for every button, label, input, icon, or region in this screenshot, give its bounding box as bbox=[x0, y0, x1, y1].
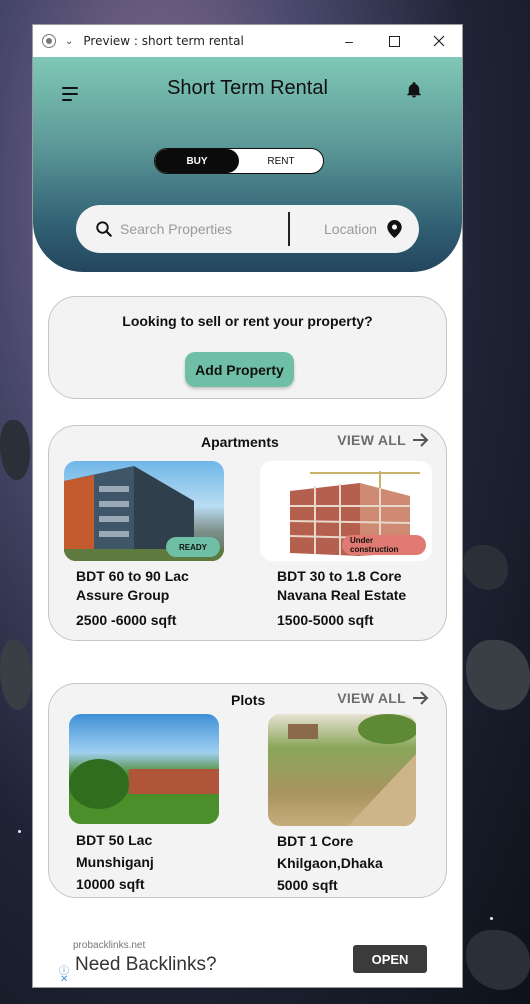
ad-url: probacklinks.net bbox=[73, 940, 146, 951]
minimize-button[interactable]: – bbox=[326, 25, 372, 57]
app-window: ⌄ Preview : short term rental – Short Te… bbox=[32, 24, 463, 988]
apartment-developer: Assure Group bbox=[76, 587, 170, 603]
background-rock bbox=[463, 545, 508, 590]
section-title: Apartments bbox=[201, 434, 279, 450]
close-button[interactable] bbox=[416, 25, 462, 57]
add-property-button[interactable]: Add Property bbox=[185, 352, 294, 387]
location-field[interactable]: Location bbox=[324, 221, 377, 237]
arrow-right-icon bbox=[413, 691, 429, 705]
record-icon[interactable] bbox=[42, 34, 56, 48]
apartment-size: 1500-5000 sqft bbox=[277, 612, 374, 628]
plot-info: BDT 1 Core Khilgaon,Dhaka 5000 sqft bbox=[277, 830, 383, 896]
apartment-price: BDT 60 to 90 Lac bbox=[76, 568, 189, 584]
apartment-price: BDT 30 to 1.8 Core bbox=[277, 568, 402, 584]
search-icon bbox=[96, 221, 112, 237]
plot-image[interactable] bbox=[69, 714, 219, 824]
status-badge: READY bbox=[166, 537, 220, 557]
app-title: Short Term Rental bbox=[167, 77, 328, 99]
background-rock bbox=[466, 930, 530, 990]
background-rock bbox=[0, 640, 32, 710]
maximize-icon bbox=[388, 35, 400, 47]
background-star bbox=[490, 917, 493, 920]
plot-price: BDT 1 Core bbox=[277, 833, 354, 849]
ad-banner[interactable]: probacklinks.net ⓘ ✕ Need Backlinks? OPE… bbox=[33, 930, 462, 987]
plots-section: Plots VIEW ALL BDT 50 Lac Munshiganj 100… bbox=[48, 683, 447, 898]
plot-size: 10000 sqft bbox=[76, 876, 145, 892]
plot-info: BDT 50 Lac Munshiganj 10000 sqft bbox=[76, 829, 154, 895]
plot-location: Munshiganj bbox=[76, 854, 154, 870]
toggle-buy[interactable]: BUY bbox=[155, 149, 239, 173]
apartment-image[interactable]: Under construction bbox=[260, 461, 432, 561]
ad-headline: Need Backlinks? bbox=[75, 954, 217, 975]
maximize-button[interactable] bbox=[371, 25, 417, 57]
view-all-apartments-link[interactable]: VIEW ALL bbox=[337, 432, 430, 448]
plot-land-illustration bbox=[288, 714, 416, 826]
search-bar: Location bbox=[76, 205, 419, 253]
apartment-image[interactable]: READY bbox=[64, 461, 224, 561]
background-rock bbox=[466, 640, 530, 710]
plot-image[interactable] bbox=[268, 714, 416, 826]
view-all-label: VIEW ALL bbox=[337, 432, 406, 448]
search-divider bbox=[288, 212, 290, 246]
ad-close-icon[interactable]: ✕ bbox=[60, 974, 68, 985]
apartment-info: BDT 60 to 90 Lac Assure Group 2500 -6000… bbox=[76, 567, 189, 630]
view-all-label: VIEW ALL bbox=[337, 690, 406, 706]
apartments-section: Apartments VIEW ALL READY Under construc… bbox=[48, 425, 447, 641]
location-pin-icon[interactable] bbox=[387, 220, 402, 238]
sell-rent-card: Looking to sell or rent your property? A… bbox=[48, 296, 447, 399]
buy-rent-toggle: BUY RENT bbox=[154, 148, 324, 174]
apartment-size: 2500 -6000 sqft bbox=[76, 612, 177, 628]
notification-bell-icon[interactable] bbox=[405, 81, 423, 99]
arrow-right-icon bbox=[413, 433, 429, 447]
ad-open-button[interactable]: OPEN bbox=[353, 945, 427, 973]
app-header: Short Term Rental BUY RENT Location bbox=[33, 57, 462, 272]
chevron-down-icon[interactable]: ⌄ bbox=[65, 36, 73, 47]
window-title: Preview : short term rental bbox=[83, 34, 244, 48]
apartment-developer: Navana Real Estate bbox=[277, 587, 407, 603]
plot-size: 5000 sqft bbox=[277, 877, 338, 893]
apartment-info: BDT 30 to 1.8 Core Navana Real Estate 15… bbox=[277, 567, 406, 630]
search-input[interactable] bbox=[120, 221, 280, 237]
toggle-rent[interactable]: RENT bbox=[239, 149, 323, 173]
plot-price: BDT 50 Lac bbox=[76, 832, 153, 848]
close-icon bbox=[433, 35, 445, 47]
background-star bbox=[18, 830, 21, 833]
status-badge: Under construction bbox=[342, 535, 426, 555]
view-all-plots-link[interactable]: VIEW ALL bbox=[337, 690, 430, 706]
title-bar: ⌄ Preview : short term rental – bbox=[33, 25, 462, 57]
plot-land-illustration bbox=[69, 759, 219, 824]
plot-location: Khilgaon,Dhaka bbox=[277, 855, 383, 871]
section-title: Plots bbox=[231, 692, 266, 708]
sell-prompt-text: Looking to sell or rent your property? bbox=[122, 313, 373, 329]
background-rock bbox=[0, 420, 30, 480]
